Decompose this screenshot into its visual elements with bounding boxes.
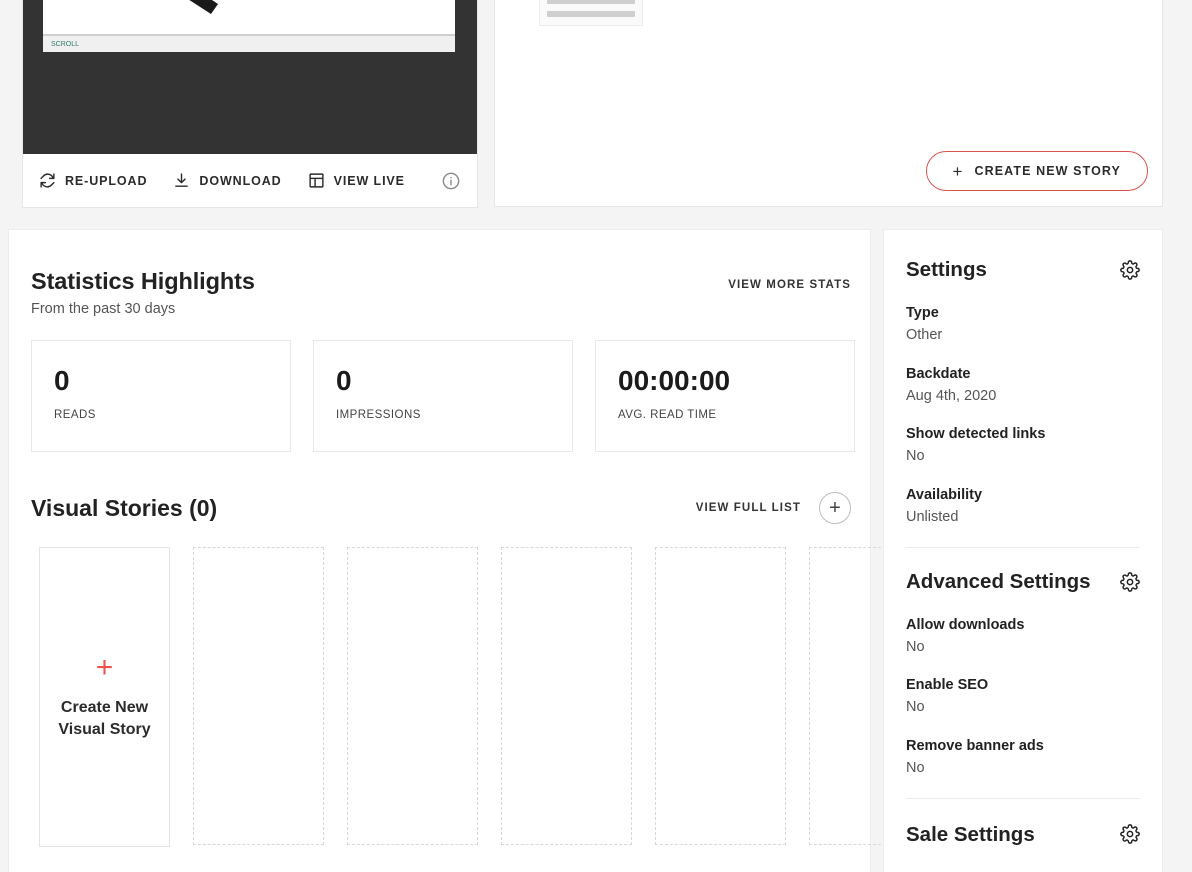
- setting-allow-downloads: Allow downloads No: [906, 616, 1140, 657]
- stat-label: IMPRESSIONS: [336, 409, 421, 421]
- setting-label: Enable SEO: [906, 677, 989, 694]
- stat-value: 0: [336, 365, 352, 396]
- layout-icon: [309, 173, 324, 188]
- stat-card-reads: 0 READS: [31, 340, 291, 452]
- story-placeholder: [655, 547, 786, 845]
- panel-divider: [906, 797, 1140, 799]
- view-full-list-link[interactable]: VIEW FULL LIST: [696, 502, 801, 514]
- create-label-line1: Create New: [60, 699, 149, 717]
- gear-icon[interactable]: [1120, 823, 1140, 844]
- stat-label: READS: [54, 409, 96, 421]
- statistics-cards: 0 READS 0 IMPRESSIONS 00:00:00 AVG. READ…: [31, 340, 855, 452]
- download-icon: [175, 173, 189, 187]
- setting-value: No: [906, 638, 925, 655]
- story-placeholder: [501, 547, 632, 845]
- info-button[interactable]: [441, 171, 461, 191]
- create-label-line2: Visual Story: [58, 721, 151, 738]
- add-visual-story-button[interactable]: +: [819, 492, 851, 524]
- setting-value: Unlisted: [906, 508, 959, 525]
- settings-title: Settings: [906, 258, 987, 281]
- advanced-settings-header: Advanced Settings: [906, 570, 1140, 594]
- sale-settings-header: Sale Settings: [906, 821, 1140, 847]
- sale-settings-title: Sale Settings: [906, 822, 1035, 846]
- statistics-subtitle: From the past 30 days: [31, 301, 176, 317]
- setting-type: Type Other: [906, 304, 1140, 345]
- visual-stories-title: Visual Stories (0): [31, 494, 218, 521]
- setting-value: Aug 4th, 2020: [906, 387, 997, 404]
- stat-label: AVG. READ TIME: [618, 409, 717, 421]
- create-new-story-label: CREATE NEW STORY: [974, 164, 1121, 178]
- top-row: PAGES CONTENT SERVER DATABASE OPTIMIZATI…: [8, 0, 1163, 210]
- svg-text:SCROLL: SCROLL: [51, 41, 79, 48]
- gear-icon[interactable]: [1120, 571, 1140, 592]
- setting-label: Show detected links: [906, 426, 1046, 443]
- download-label: DOWNLOAD: [199, 173, 282, 188]
- setting-enable-seo: Enable SEO No: [906, 676, 1140, 717]
- view-more-stats-link[interactable]: VIEW MORE STATS: [728, 279, 851, 291]
- visual-stories-header: Visual Stories (0) VIEW FULL LIST +: [31, 492, 851, 524]
- setting-value: Other: [906, 326, 943, 343]
- setting-label: Availability: [906, 487, 983, 504]
- settings-header: Settings: [906, 258, 1140, 282]
- skeleton-bar: [547, 11, 635, 17]
- setting-value: No: [906, 759, 925, 776]
- main-content-panel: Statistics Highlights From the past 30 d…: [8, 229, 940, 872]
- dashboard-page: PAGES CONTENT SERVER DATABASE OPTIMIZATI…: [0, 0, 1192, 872]
- stat-value: 0: [54, 365, 70, 396]
- setting-backdate: Backdate Aug 4th, 2020: [906, 365, 1140, 406]
- create-visual-story-label: Create New Visual Story: [58, 697, 150, 740]
- media-thumbnail[interactable]: PAGES CONTENT SERVER DATABASE OPTIMIZATI…: [23, 0, 477, 154]
- story-placeholder: [193, 547, 324, 845]
- plus-icon: +: [952, 161, 963, 181]
- re-upload-label: RE-UPLOAD: [65, 173, 148, 188]
- view-live-button[interactable]: VIEW LIVE: [308, 172, 405, 189]
- re-upload-button[interactable]: RE-UPLOAD: [39, 172, 147, 189]
- statistics-header: Statistics Highlights From the past 30 d…: [31, 268, 851, 317]
- setting-remove-banner-ads: Remove banner ads No: [906, 737, 1140, 778]
- gear-icon[interactable]: [1120, 260, 1140, 280]
- plus-icon: +: [95, 651, 114, 685]
- create-new-visual-story-card[interactable]: + Create New Visual Story: [39, 547, 170, 847]
- stat-card-avg-read-time: 00:00:00 AVG. READ TIME: [595, 340, 855, 452]
- settings-side-panel: Settings Type Other Backdate Aug 4th, 20…: [883, 229, 1163, 872]
- setting-label: Allow downloads: [906, 616, 1025, 633]
- setting-label: Remove banner ads: [906, 738, 1044, 755]
- skeleton-bar: [547, 0, 635, 4]
- story-placeholder: [347, 547, 478, 845]
- setting-show-detected-links: Show detected links No: [906, 425, 1140, 466]
- story-skeleton-card: [539, 0, 643, 26]
- download-button[interactable]: DOWNLOAD: [173, 172, 281, 189]
- refresh-icon: [40, 173, 55, 188]
- advanced-settings-title: Advanced Settings: [906, 569, 1091, 593]
- media-card: PAGES CONTENT SERVER DATABASE OPTIMIZATI…: [22, 0, 478, 208]
- setting-label: Type: [906, 305, 939, 321]
- visual-stories-list: + Create New Visual Story: [39, 547, 940, 847]
- setting-availability: Availability Unlisted: [906, 486, 1140, 527]
- story-panel: + CREATE NEW STORY: [494, 0, 1163, 207]
- statistics-title: Statistics Highlights: [31, 268, 255, 294]
- create-new-story-button[interactable]: + CREATE NEW STORY: [925, 151, 1148, 191]
- setting-value: No: [906, 448, 925, 465]
- stat-card-impressions: 0 IMPRESSIONS: [313, 340, 573, 452]
- plus-icon: +: [829, 497, 841, 519]
- panel-divider: [906, 546, 1140, 548]
- setting-label: Backdate: [906, 365, 971, 382]
- stat-value: 00:00:00: [618, 365, 731, 396]
- setting-value: No: [906, 699, 925, 716]
- view-live-label: VIEW LIVE: [333, 173, 405, 188]
- info-icon: [442, 172, 460, 189]
- media-action-bar: RE-UPLOAD DOWNLOAD VIEW LIVE: [23, 154, 477, 207]
- thumbnail-image: PAGES CONTENT SERVER DATABASE OPTIMIZATI…: [43, 0, 455, 52]
